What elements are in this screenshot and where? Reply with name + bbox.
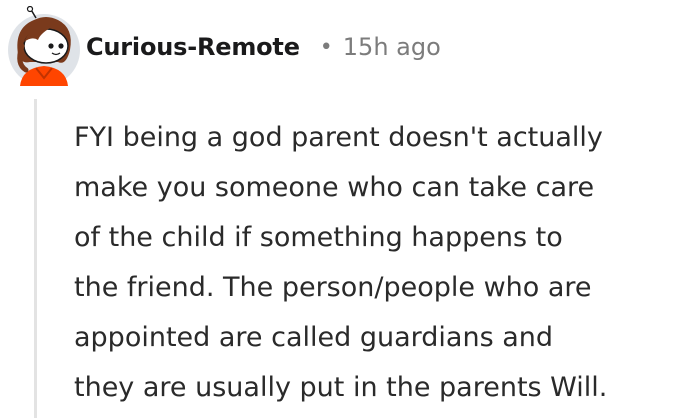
comment-body-line: appointed are called guardians and	[74, 322, 554, 353]
author-username[interactable]: Curious-Remote	[86, 33, 300, 61]
comment-body-line: make you someone who can take care	[74, 172, 595, 203]
meta-separator: •	[319, 34, 333, 60]
comment-body-line: of the child if something happens to	[74, 222, 563, 253]
comment-body-line: FYI being a god parent doesn't actually	[74, 122, 603, 153]
thread-collapse-line[interactable]	[34, 99, 37, 418]
comment-header: Curious-Remote • 15h ago	[86, 29, 441, 65]
snoo-avatar-icon	[8, 5, 80, 86]
user-avatar[interactable]	[6, 5, 82, 86]
comment-timestamp[interactable]: 15h ago	[343, 33, 441, 61]
comment-body: FYI being a god parent doesn't actually …	[74, 113, 694, 413]
comment-body-line: they are usually put in the parents Will…	[74, 372, 608, 403]
comment: Curious-Remote • 15h ago FYI being a god…	[0, 0, 700, 418]
comment-body-line: the friend. The person/people who are	[74, 272, 592, 303]
